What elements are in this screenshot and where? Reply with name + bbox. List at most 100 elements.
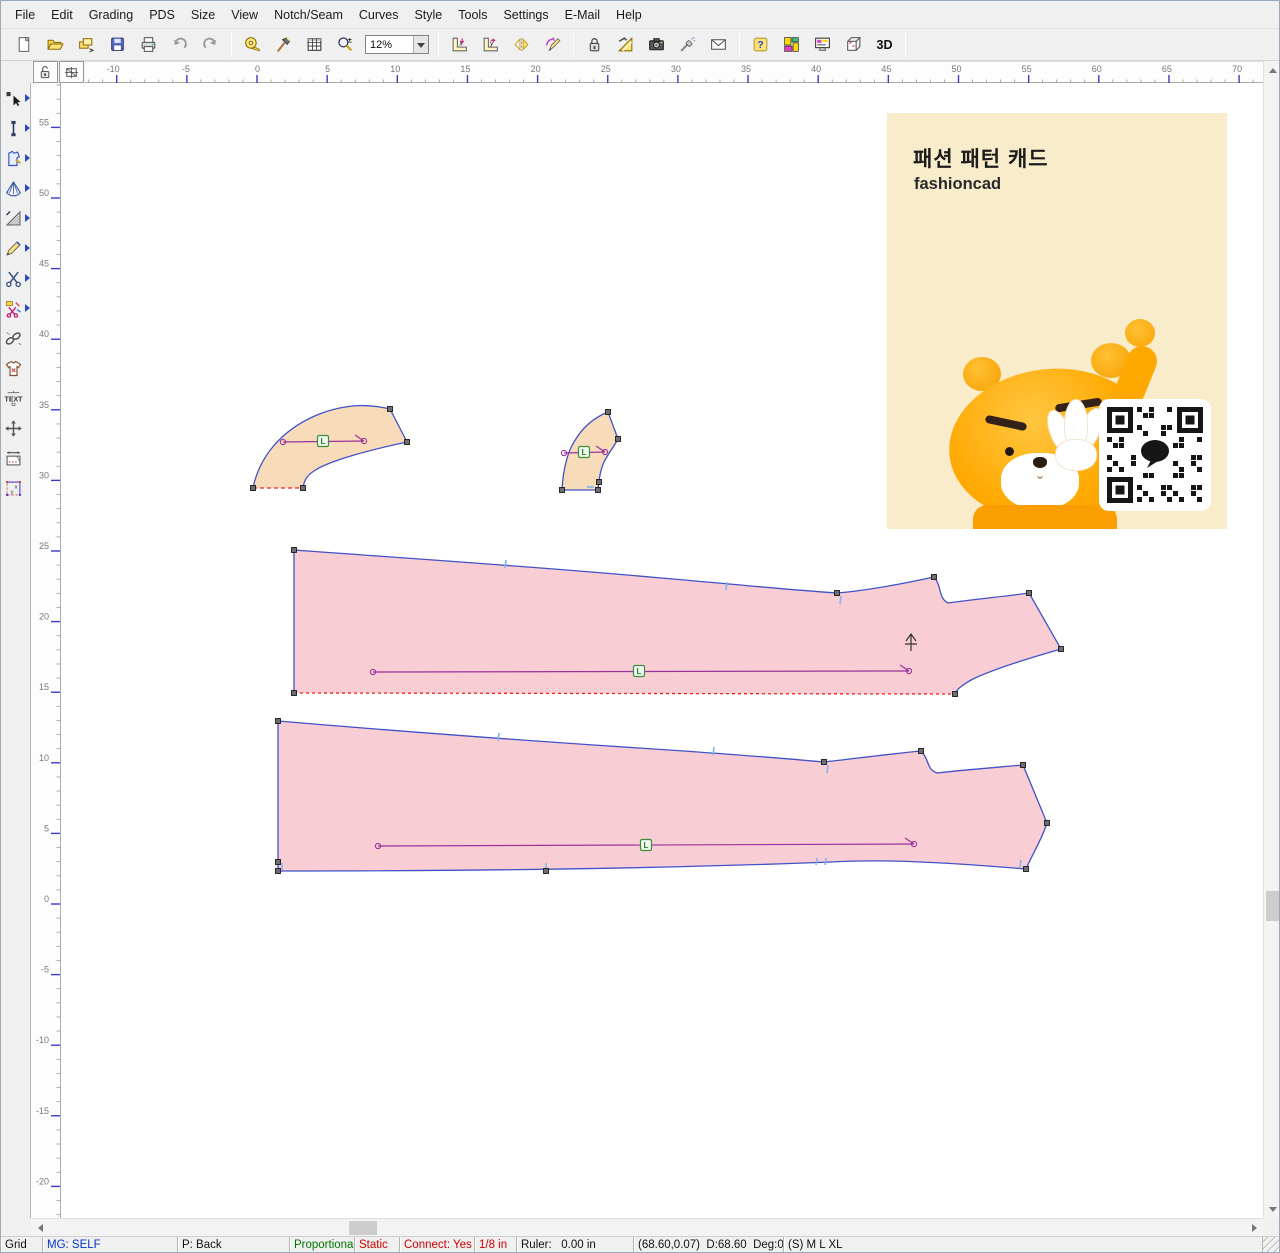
pattern-3d-button[interactable] xyxy=(840,31,867,58)
selection-handle[interactable] xyxy=(276,869,281,874)
menu-item-size[interactable]: Size xyxy=(183,4,223,26)
mirror-button[interactable] xyxy=(508,31,535,58)
import-pattern-button[interactable] xyxy=(73,31,100,58)
selection-handle[interactable] xyxy=(1059,647,1064,652)
selection-handle[interactable] xyxy=(1024,867,1029,872)
menu-item-curves[interactable]: Curves xyxy=(351,4,407,26)
selection-handle[interactable] xyxy=(292,691,297,696)
menu-item-grading[interactable]: Grading xyxy=(81,4,141,26)
selection-handle[interactable] xyxy=(1027,591,1032,596)
zoom-level-select[interactable]: 12% xyxy=(365,35,429,54)
menu-item-notch-seam[interactable]: Notch/Seam xyxy=(266,4,351,26)
pattern-piece-back[interactable]: L xyxy=(276,719,1050,874)
view-3d-button[interactable]: 3D xyxy=(871,31,898,58)
selection-handle[interactable] xyxy=(276,860,281,865)
selection-handle[interactable] xyxy=(560,488,565,493)
selection-handle[interactable] xyxy=(596,488,601,493)
menu-item-settings[interactable]: Settings xyxy=(495,4,556,26)
menu-item-view[interactable]: View xyxy=(223,4,266,26)
email-button[interactable] xyxy=(705,31,732,58)
zoom-dropdown-arrow[interactable] xyxy=(413,36,428,53)
selection-handle[interactable] xyxy=(932,575,937,580)
grid-table-button[interactable] xyxy=(301,31,328,58)
menu-item-help[interactable]: Help xyxy=(608,4,650,26)
selection-handle[interactable] xyxy=(276,719,281,724)
dimension-tool[interactable] xyxy=(1,443,31,473)
scroll-left-button[interactable] xyxy=(31,1219,49,1237)
vertical-scrollbar[interactable] xyxy=(1263,61,1280,1218)
horizontal-scrollbar[interactable] xyxy=(31,1218,1263,1236)
selection-handle[interactable] xyxy=(388,407,393,412)
selection-handle[interactable] xyxy=(606,410,611,415)
page-frame-button[interactable] xyxy=(59,61,84,83)
redo-button[interactable] xyxy=(197,31,224,58)
measure-tape-button[interactable] xyxy=(239,31,266,58)
zoom-button[interactable]: ± xyxy=(332,31,359,58)
selection-handle[interactable] xyxy=(1021,763,1026,768)
measure-x-button[interactable]: x xyxy=(446,31,473,58)
selection-handle[interactable] xyxy=(405,440,410,445)
pattern-piece-collar-left[interactable]: L xyxy=(251,406,410,491)
measure-y-button[interactable]: y xyxy=(477,31,504,58)
open-button[interactable] xyxy=(42,31,69,58)
selection-handle[interactable] xyxy=(953,692,958,697)
selection-handle[interactable] xyxy=(292,548,297,553)
dart-fan-tool[interactable] xyxy=(1,173,31,203)
flyout-arrow-icon xyxy=(25,214,30,222)
scroll-up-button[interactable] xyxy=(1264,61,1280,79)
move-tool[interactable] xyxy=(1,413,31,443)
menu-item-edit[interactable]: Edit xyxy=(43,4,81,26)
notch-tool[interactable] xyxy=(1,293,31,323)
resize-grip[interactable] xyxy=(1263,1237,1280,1253)
menu-item-tools[interactable]: Tools xyxy=(450,4,495,26)
scroll-down-button[interactable] xyxy=(1264,1200,1280,1218)
help-button[interactable]: ? xyxy=(747,31,774,58)
text-tool[interactable]: TEXT xyxy=(1,383,31,413)
airbrush-button[interactable] xyxy=(674,31,701,58)
selection-handle[interactable] xyxy=(301,486,306,491)
scroll-right-button[interactable] xyxy=(1245,1219,1263,1237)
menu-item-style[interactable]: Style xyxy=(406,4,450,26)
snapshot-button[interactable] xyxy=(643,31,670,58)
set-square-button[interactable] xyxy=(612,31,639,58)
garment-tool[interactable] xyxy=(1,353,31,383)
layout-windows-button[interactable] xyxy=(778,31,805,58)
link-tool[interactable] xyxy=(1,323,31,353)
selection-handle[interactable] xyxy=(1045,821,1050,826)
drawing-canvas[interactable]: LLLL 패션 패턴 캐드 fashioncad xyxy=(61,83,1263,1218)
menu-item-file[interactable]: File xyxy=(7,4,43,26)
svg-text:25: 25 xyxy=(601,64,611,74)
pattern-piece-tool[interactable] xyxy=(1,143,31,173)
hammer-tool-button[interactable] xyxy=(270,31,297,58)
draw-pencil-tool[interactable] xyxy=(1,233,31,263)
selection-handle[interactable] xyxy=(616,437,621,442)
point-line-tool[interactable] xyxy=(1,113,31,143)
menu-item-pds[interactable]: PDS xyxy=(141,4,183,26)
zoom-icon: ± xyxy=(336,35,355,54)
new-button[interactable] xyxy=(11,31,38,58)
svg-text:40: 40 xyxy=(39,329,49,339)
selection-handle[interactable] xyxy=(251,486,256,491)
flyout-arrow-icon xyxy=(25,304,30,312)
vertical-scroll-thumb[interactable] xyxy=(1266,891,1280,921)
rotate-flip-button[interactable] xyxy=(539,31,566,58)
save-button[interactable] xyxy=(104,31,131,58)
selection-handle[interactable] xyxy=(597,480,602,485)
selection-handle[interactable] xyxy=(835,591,840,596)
selection-handle[interactable] xyxy=(544,869,549,874)
monitor-button[interactable] xyxy=(809,31,836,58)
pattern-piece-front[interactable]: L xyxy=(292,548,1064,697)
lock-button[interactable] xyxy=(581,31,608,58)
cut-scissors-tool[interactable] xyxy=(1,263,31,293)
selection-handle[interactable] xyxy=(822,760,827,765)
select-tool[interactable] xyxy=(1,83,31,113)
undo-button[interactable] xyxy=(166,31,193,58)
corner-tool[interactable] xyxy=(1,203,31,233)
pattern-piece-collar-right[interactable]: L xyxy=(560,410,621,493)
selection-handle[interactable] xyxy=(919,749,924,754)
horizontal-scroll-thumb[interactable] xyxy=(349,1221,377,1235)
ruler-lock-button[interactable] xyxy=(33,61,58,83)
print-button[interactable] xyxy=(135,31,162,58)
xy-box-tool[interactable]: xy xyxy=(1,473,31,503)
menu-item-e-mail[interactable]: E-Mail xyxy=(557,4,608,26)
